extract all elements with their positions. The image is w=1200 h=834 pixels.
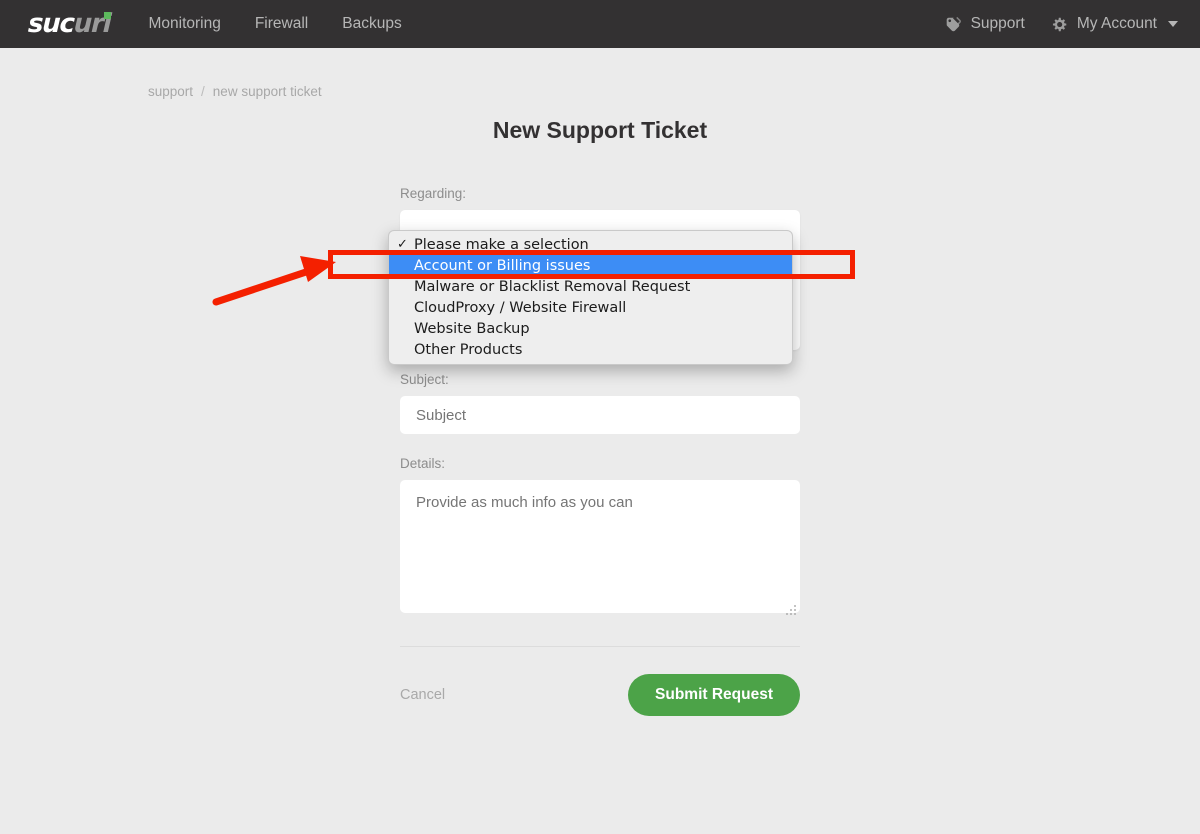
dropdown-option-label: Account or Billing issues [414, 257, 591, 274]
dropdown-option-malware-or-blacklist-removal-request[interactable]: Malware or Blacklist Removal Request [389, 276, 792, 297]
nav-item-my-account[interactable]: My Account [1051, 15, 1178, 33]
gear-icon [1051, 16, 1068, 33]
dropdown-option-label: Malware or Blacklist Removal Request [414, 278, 691, 295]
annotation-arrow-icon [212, 256, 336, 306]
subject-input[interactable] [400, 396, 800, 434]
primary-nav: Monitoring Firewall Backups [148, 15, 401, 33]
dropdown-option-please-make-a-selection[interactable]: ✓ Please make a selection [389, 234, 792, 255]
chevron-down-icon[interactable] [1168, 21, 1178, 27]
nav-link-backups[interactable]: Backups [342, 15, 401, 33]
dropdown-option-label: Please make a selection [414, 236, 589, 253]
dropdown-option-label: Other Products [414, 341, 523, 358]
nav-item-my-account-label: My Account [1076, 15, 1157, 32]
logo-text-primary: suc [27, 9, 75, 39]
breadcrumb-item-support[interactable]: support [148, 84, 193, 99]
dropdown-option-website-backup[interactable]: Website Backup [389, 318, 792, 339]
secondary-nav: Support My Account [945, 15, 1178, 33]
form-divider [400, 646, 800, 647]
subject-label: Subject: [400, 372, 449, 387]
regarding-dropdown-popup[interactable]: ✓ Please make a selection Account or Bil… [388, 230, 793, 365]
sucuri-logo[interactable]: sucuri [27, 9, 112, 39]
page-title: New Support Ticket [492, 117, 708, 143]
dropdown-option-label: Website Backup [414, 320, 530, 337]
top-navbar: sucuri Monitoring Firewall Backups Suppo… [0, 0, 1200, 48]
cancel-button[interactable]: Cancel [400, 687, 445, 703]
submit-request-button[interactable]: Submit Request [628, 674, 800, 716]
details-textarea-wrapper [400, 480, 800, 618]
tag-icon [945, 16, 962, 33]
breadcrumb-separator: / [201, 84, 205, 99]
dropdown-option-label: CloudProxy / Website Firewall [414, 299, 627, 316]
dropdown-option-account-or-billing-issues[interactable]: Account or Billing issues [389, 255, 792, 276]
dropdown-option-other-products[interactable]: Other Products [389, 339, 792, 360]
nav-link-firewall[interactable]: Firewall [255, 15, 308, 33]
breadcrumb: support / new support ticket [148, 84, 322, 99]
nav-item-support-label: Support [970, 15, 1025, 32]
regarding-label: Regarding: [400, 186, 467, 201]
nav-item-support[interactable]: Support [945, 15, 1025, 33]
checkmark-icon: ✓ [397, 237, 408, 252]
details-textarea[interactable] [400, 480, 800, 613]
details-label: Details: [400, 456, 446, 471]
dropdown-option-cloudproxy-website-firewall[interactable]: CloudProxy / Website Firewall [389, 297, 792, 318]
nav-link-monitoring[interactable]: Monitoring [148, 15, 220, 33]
logo-accent-square [104, 12, 112, 19]
breadcrumb-item-current: new support ticket [212, 84, 322, 99]
form-actions: Cancel Submit Request [400, 674, 800, 716]
